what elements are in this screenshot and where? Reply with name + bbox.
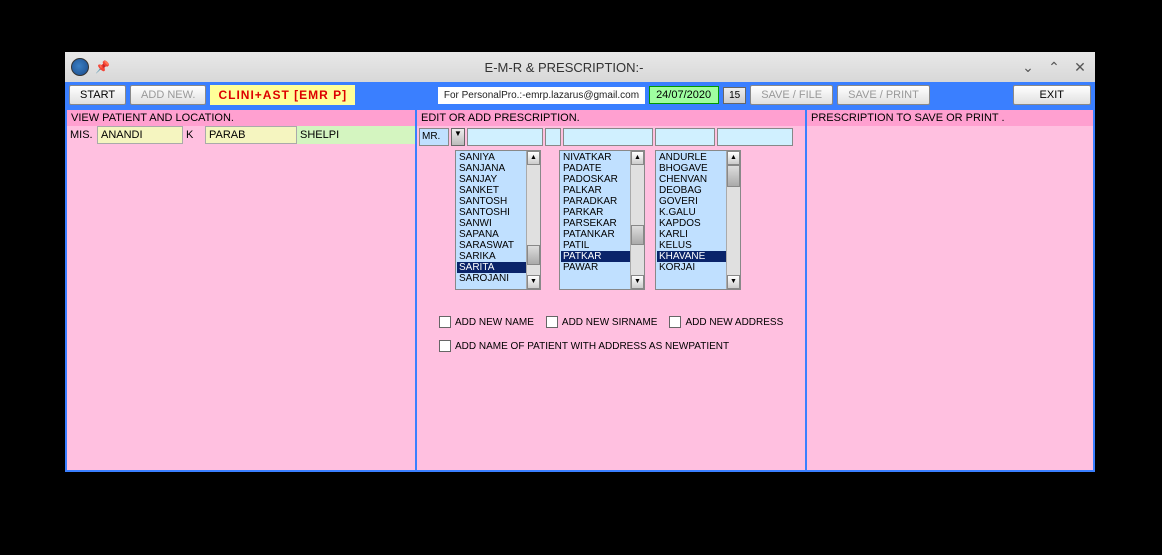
scrollbar[interactable]: ▲ ▼: [526, 151, 540, 289]
patient-last-name: PARAB: [205, 126, 297, 144]
scroll-down-icon[interactable]: ▼: [631, 275, 644, 289]
titlebar: 📌 E-M-R & PRESCRIPTION:- ⌄ ⌃ ✕: [65, 52, 1095, 82]
rx-input-3[interactable]: [563, 128, 653, 146]
prescription-output-panel: PRESCRIPTION TO SAVE OR PRINT .: [807, 110, 1093, 470]
scroll-up-icon[interactable]: ▲: [631, 151, 644, 165]
edit-prescription-header: EDIT OR ADD PRESCRIPTION.: [417, 110, 805, 126]
prescription-output-header: PRESCRIPTION TO SAVE OR PRINT .: [807, 110, 1093, 126]
date-picker-button[interactable]: 15: [723, 87, 746, 104]
patient-first-name: ANANDI: [97, 126, 183, 144]
scroll-up-icon[interactable]: ▲: [727, 151, 740, 165]
start-button[interactable]: START: [69, 85, 126, 105]
app-window: 📌 E-M-R & PRESCRIPTION:- ⌄ ⌃ ✕ START ADD…: [65, 52, 1095, 472]
scrollbar[interactable]: ▲ ▼: [726, 151, 740, 289]
checkbox-area: ADD NEW NAME ADD NEW SIRNAME ADD NEW ADD…: [417, 290, 805, 360]
content-area: VIEW PATIENT AND LOCATION. MIS. ANANDI K…: [65, 108, 1095, 472]
title-combo-arrow[interactable]: ▼: [451, 128, 465, 146]
patient-title-label: MIS.: [67, 126, 97, 144]
scroll-thumb[interactable]: [527, 245, 540, 265]
close-button[interactable]: ✕: [1071, 58, 1089, 76]
window-title: E-M-R & PRESCRIPTION:-: [109, 60, 1019, 75]
rx-input-2[interactable]: [545, 128, 561, 146]
window-controls: ⌄ ⌃ ✕: [1019, 58, 1089, 76]
prescription-input-row: MR. ▼: [417, 126, 805, 148]
toolbar: START ADD NEW. CLINI+AST [EMR P] For Per…: [65, 82, 1095, 108]
patient-mid-initial: K: [183, 126, 205, 144]
save-print-button[interactable]: SAVE / PRINT: [837, 85, 930, 105]
scrollbar[interactable]: ▲ ▼: [630, 151, 644, 289]
scroll-up-icon[interactable]: ▲: [527, 151, 540, 165]
address-listbox[interactable]: ANDURLEBHOGAVECHENVANDEOBAGGOVERIK.GALUK…: [655, 150, 741, 290]
maximize-button[interactable]: ⌃: [1045, 58, 1063, 76]
add-new-button[interactable]: ADD NEW.: [130, 85, 206, 105]
brand-label: CLINI+AST [EMR P]: [210, 85, 355, 105]
scroll-down-icon[interactable]: ▼: [727, 275, 740, 289]
listboxes-row: SANIYASANJANASANJAYSANKETSANTOSHSANTOSHI…: [417, 148, 805, 290]
view-patient-panel: VIEW PATIENT AND LOCATION. MIS. ANANDI K…: [67, 110, 415, 470]
name-listbox[interactable]: SANIYASANJANASANJAYSANKETSANTOSHSANTOSHI…: [455, 150, 541, 290]
pin-icon[interactable]: 📌: [95, 60, 109, 74]
scroll-thumb[interactable]: [631, 225, 644, 245]
add-new-address-checkbox[interactable]: ADD NEW ADDRESS: [669, 316, 783, 328]
save-file-button[interactable]: SAVE / FILE: [750, 85, 833, 105]
title-combo[interactable]: MR.: [419, 128, 449, 146]
minimize-button[interactable]: ⌄: [1019, 58, 1037, 76]
email-label: For PersonalPro.:-emrp.lazarus@gmail.com: [438, 87, 645, 104]
surname-listbox[interactable]: NIVATKARPADATEPADOSKARPALKARPARADKARPARK…: [559, 150, 645, 290]
scroll-down-icon[interactable]: ▼: [527, 275, 540, 289]
exit-button[interactable]: EXIT: [1013, 85, 1091, 105]
date-field[interactable]: [649, 86, 719, 104]
add-new-name-checkbox[interactable]: ADD NEW NAME: [439, 316, 534, 328]
add-patient-checkbox[interactable]: ADD NAME OF PATIENT WITH ADDRESS AS NEWP…: [421, 340, 801, 352]
scroll-thumb[interactable]: [727, 165, 740, 187]
rx-input-4[interactable]: [655, 128, 715, 146]
patient-location: SHELPI: [297, 126, 415, 144]
app-icon: [71, 58, 89, 76]
add-new-sirname-checkbox[interactable]: ADD NEW SIRNAME: [546, 316, 658, 328]
rx-input-5[interactable]: [717, 128, 793, 146]
edit-prescription-panel: EDIT OR ADD PRESCRIPTION. MR. ▼ SANIYASA…: [417, 110, 805, 470]
view-patient-header: VIEW PATIENT AND LOCATION.: [67, 110, 415, 126]
patient-row: MIS. ANANDI K PARAB SHELPI: [67, 126, 415, 144]
rx-input-1[interactable]: [467, 128, 543, 146]
